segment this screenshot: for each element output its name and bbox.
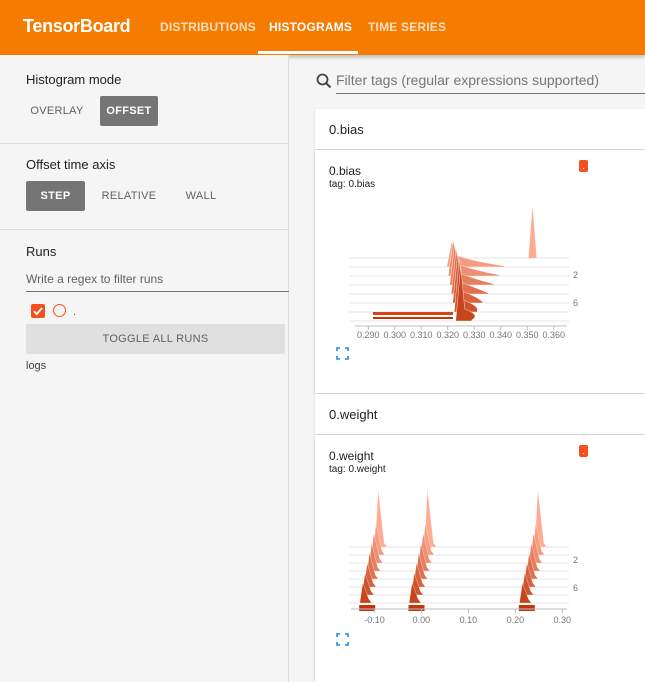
- x-tick-label: 0.350: [516, 330, 539, 340]
- y-tick-label: 2: [573, 270, 578, 280]
- overlay-button[interactable]: OVERLAY: [26, 96, 88, 126]
- x-tick-label: 0.320: [436, 330, 459, 340]
- x-tick-label: 0.30: [554, 615, 572, 625]
- divider: [0, 143, 289, 144]
- histogram-chart-bias: 0.290 0.300 0.310 0.320 0.330 0.340 0.350 0.360…: [349, 206, 578, 340]
- histogram-mode-title: Histogram mode: [26, 72, 122, 87]
- group-name: 0.bias: [329, 122, 364, 137]
- run-name: .: [73, 306, 77, 318]
- wall-button[interactable]: WALL: [175, 181, 227, 211]
- x-tick-label: 0.300: [383, 330, 406, 340]
- active-tab-indicator: [258, 51, 358, 54]
- divider: [0, 229, 289, 230]
- step-button[interactable]: STEP: [26, 181, 85, 211]
- top-app-bar: TensorBoard DISTRIBUTIONS HISTOGRAMS TIM…: [0, 0, 645, 55]
- x-tick-label: 0.20: [507, 615, 525, 625]
- app-title: TensorBoard: [23, 16, 131, 36]
- histogram-card-bias: 0.bias tag: 0.bias 0.290 0.300 0.310 0.320 0…: [315, 150, 645, 393]
- run-checkbox[interactable]: [31, 304, 45, 318]
- tab-distributions[interactable]: DISTRIBUTIONS: [160, 20, 256, 34]
- check-icon: [33, 307, 43, 316]
- run-radio-button[interactable]: [53, 304, 66, 317]
- x-tick-label: 0.10: [460, 615, 478, 625]
- offset-button[interactable]: OFFSET: [100, 96, 158, 126]
- histogram-base-band: [359, 605, 376, 611]
- histogram-base-band: [518, 605, 535, 611]
- histogram-base-band: [373, 312, 453, 315]
- search-icon: [316, 73, 332, 89]
- run-filter-input[interactable]: Write a regex to filter runs: [26, 272, 289, 292]
- y-tick-label: 6: [573, 583, 578, 593]
- histogram-chart-weight: -0.10 0.00 0.10 0.20 0.30 2 6: [349, 488, 578, 625]
- histogram-card-weight: 0.weight tag: 0.weight -0.10 0.00 0.10 0.20…: [315, 435, 645, 682]
- histogram-peak: [528, 206, 537, 258]
- histogram-base-band: [408, 605, 425, 611]
- x-tick-label: 0.310: [410, 330, 433, 340]
- group-header-bias[interactable]: 0.bias: [315, 109, 645, 149]
- y-tick-label: 6: [573, 298, 578, 308]
- tab-histograms[interactable]: HISTOGRAMS: [269, 20, 352, 34]
- histogram-base-band: [373, 317, 453, 319]
- relative-button[interactable]: RELATIVE: [95, 181, 163, 211]
- x-tick-label: 0.290: [357, 330, 380, 340]
- group-header-weight[interactable]: 0.weight: [315, 394, 645, 434]
- logdir-label: logs: [26, 360, 47, 372]
- tab-time-series[interactable]: TIME SERIES: [368, 20, 446, 34]
- x-tick-label: 0.360: [542, 330, 565, 340]
- y-tick-label: 2: [573, 555, 578, 565]
- x-tick-label: 0.340: [489, 330, 512, 340]
- runs-title: Runs: [26, 244, 57, 259]
- x-tick-label: 0.330: [463, 330, 486, 340]
- x-tick-label: -0.10: [364, 615, 385, 625]
- expand-icon[interactable]: [336, 347, 349, 360]
- toggle-all-runs-button[interactable]: TOGGLE ALL RUNS: [26, 324, 285, 354]
- x-tick-label: 0.00: [413, 615, 431, 625]
- offset-time-axis-title: Offset time axis: [26, 157, 116, 172]
- tag-filter-input[interactable]: Filter tags (regular expressions support…: [336, 72, 645, 94]
- group-name: 0.weight: [329, 407, 378, 422]
- expand-icon[interactable]: [336, 633, 349, 646]
- sidebar: Histogram mode OVERLAY OFFSET Offset tim…: [0, 55, 289, 682]
